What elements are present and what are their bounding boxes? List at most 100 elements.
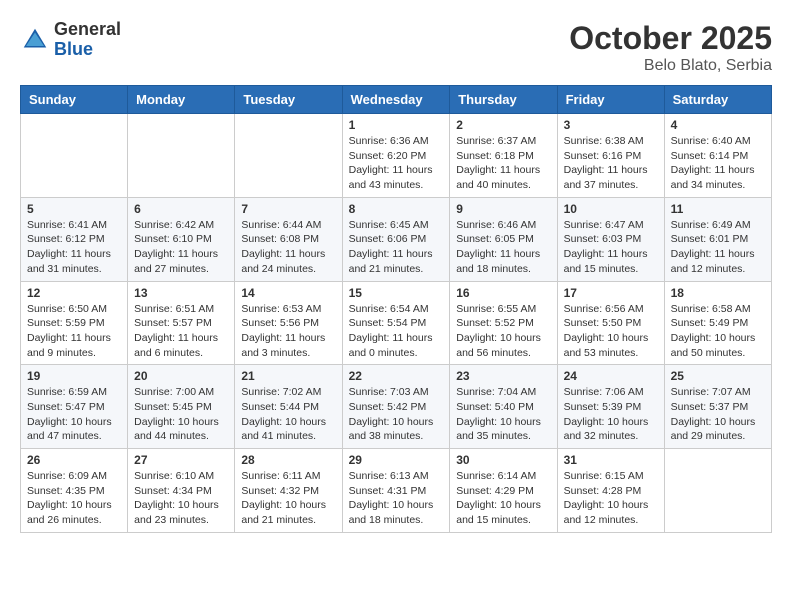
weekday-header: Thursday	[450, 86, 557, 114]
day-info: Sunrise: 6:11 AM Sunset: 4:32 PM Dayligh…	[241, 469, 335, 528]
calendar-week-row: 26Sunrise: 6:09 AM Sunset: 4:35 PM Dayli…	[21, 449, 772, 533]
day-info: Sunrise: 7:02 AM Sunset: 5:44 PM Dayligh…	[241, 385, 335, 444]
calendar-cell: 29 Sunrise: 6:13 AM Sunset: 4:31 PM Dayli…	[342, 449, 450, 533]
calendar-cell	[128, 114, 235, 198]
day-number: 25	[671, 369, 765, 383]
day-number: 13	[134, 286, 228, 300]
calendar-cell: 21 Sunrise: 7:02 AM Sunset: 5:44 PM Dayli…	[235, 365, 342, 449]
day-info: Sunrise: 6:54 AM Sunset: 5:54 PM Dayligh…	[349, 302, 444, 361]
day-number: 7	[241, 202, 335, 216]
calendar-week-row: 5Sunrise: 6:41 AM Sunset: 6:12 PM Daylig…	[21, 197, 772, 281]
day-number: 10	[564, 202, 658, 216]
day-number: 26	[27, 453, 121, 467]
calendar-week-row: 1Sunrise: 6:36 AM Sunset: 6:20 PM Daylig…	[21, 114, 772, 198]
calendar-cell: 24 Sunrise: 7:06 AM Sunset: 5:39 PM Dayli…	[557, 365, 664, 449]
day-info: Sunrise: 7:04 AM Sunset: 5:40 PM Dayligh…	[456, 385, 550, 444]
weekday-header: Saturday	[664, 86, 771, 114]
day-number: 11	[671, 202, 765, 216]
day-info: Sunrise: 6:40 AM Sunset: 6:14 PM Dayligh…	[671, 134, 765, 193]
page-header: General Blue October 2025 Belo Blato, Se…	[20, 20, 772, 75]
calendar-cell: 2 Sunrise: 6:37 AM Sunset: 6:18 PM Daylig…	[450, 114, 557, 198]
day-number: 16	[456, 286, 550, 300]
day-number: 18	[671, 286, 765, 300]
calendar-cell: 30 Sunrise: 6:14 AM Sunset: 4:29 PM Dayli…	[450, 449, 557, 533]
day-number: 3	[564, 118, 658, 132]
calendar-week-row: 12 Sunrise: 6:50 AM Sunset: 5:59 PM Dayli…	[21, 281, 772, 365]
day-number: 20	[134, 369, 228, 383]
day-number: 29	[349, 453, 444, 467]
calendar-header: SundayMondayTuesdayWednesdayThursdayFrid…	[21, 86, 772, 114]
calendar-cell: 17 Sunrise: 6:56 AM Sunset: 5:50 PM Dayli…	[557, 281, 664, 365]
calendar-cell	[235, 114, 342, 198]
day-info: Sunrise: 6:41 AM Sunset: 6:12 PM Dayligh…	[27, 218, 121, 277]
day-info: Sunrise: 6:42 AM Sunset: 6:10 PM Dayligh…	[134, 218, 228, 277]
day-info: Sunrise: 6:37 AM Sunset: 6:18 PM Dayligh…	[456, 134, 550, 193]
day-number: 8	[349, 202, 444, 216]
calendar-cell: 23 Sunrise: 7:04 AM Sunset: 5:40 PM Dayli…	[450, 365, 557, 449]
calendar-cell: 15 Sunrise: 6:54 AM Sunset: 5:54 PM Dayli…	[342, 281, 450, 365]
day-info: Sunrise: 7:06 AM Sunset: 5:39 PM Dayligh…	[564, 385, 658, 444]
calendar-cell: 31 Sunrise: 6:15 AM Sunset: 4:28 PM Dayli…	[557, 449, 664, 533]
calendar-cell: 10 Sunrise: 6:47 AM Sunset: 6:03 PM Dayli…	[557, 197, 664, 281]
day-number: 2	[456, 118, 550, 132]
weekday-header: Sunday	[21, 86, 128, 114]
calendar-cell: 11 Sunrise: 6:49 AM Sunset: 6:01 PM Dayli…	[664, 197, 771, 281]
day-info: Sunrise: 6:45 AM Sunset: 6:06 PM Dayligh…	[349, 218, 444, 277]
day-info: Sunrise: 7:07 AM Sunset: 5:37 PM Dayligh…	[671, 385, 765, 444]
day-info: Sunrise: 6:44 AM Sunset: 6:08 PM Dayligh…	[241, 218, 335, 277]
calendar-cell	[21, 114, 128, 198]
day-info: Sunrise: 6:14 AM Sunset: 4:29 PM Dayligh…	[456, 469, 550, 528]
day-info: Sunrise: 6:59 AM Sunset: 5:47 PM Dayligh…	[27, 385, 121, 444]
calendar-cell: 4 Sunrise: 6:40 AM Sunset: 6:14 PM Daylig…	[664, 114, 771, 198]
weekday-row: SundayMondayTuesdayWednesdayThursdayFrid…	[21, 86, 772, 114]
day-number: 31	[564, 453, 658, 467]
location: Belo Blato, Serbia	[569, 57, 772, 75]
calendar-cell: 25 Sunrise: 7:07 AM Sunset: 5:37 PM Dayli…	[664, 365, 771, 449]
day-number: 9	[456, 202, 550, 216]
day-number: 30	[456, 453, 550, 467]
day-info: Sunrise: 6:56 AM Sunset: 5:50 PM Dayligh…	[564, 302, 658, 361]
calendar-cell: 27Sunrise: 6:10 AM Sunset: 4:34 PM Dayli…	[128, 449, 235, 533]
calendar-cell: 13Sunrise: 6:51 AM Sunset: 5:57 PM Dayli…	[128, 281, 235, 365]
logo-general-text: General	[54, 20, 121, 40]
day-number: 17	[564, 286, 658, 300]
day-info: Sunrise: 6:46 AM Sunset: 6:05 PM Dayligh…	[456, 218, 550, 277]
day-info: Sunrise: 6:47 AM Sunset: 6:03 PM Dayligh…	[564, 218, 658, 277]
day-number: 14	[241, 286, 335, 300]
weekday-header: Friday	[557, 86, 664, 114]
logo: General Blue	[20, 20, 121, 60]
day-info: Sunrise: 6:49 AM Sunset: 6:01 PM Dayligh…	[671, 218, 765, 277]
weekday-header: Tuesday	[235, 86, 342, 114]
calendar-cell: 16 Sunrise: 6:55 AM Sunset: 5:52 PM Dayli…	[450, 281, 557, 365]
calendar-cell: 20Sunrise: 7:00 AM Sunset: 5:45 PM Dayli…	[128, 365, 235, 449]
calendar-table: SundayMondayTuesdayWednesdayThursdayFrid…	[20, 85, 772, 533]
day-info: Sunrise: 6:15 AM Sunset: 4:28 PM Dayligh…	[564, 469, 658, 528]
day-number: 23	[456, 369, 550, 383]
day-info: Sunrise: 6:13 AM Sunset: 4:31 PM Dayligh…	[349, 469, 444, 528]
month-title: October 2025	[569, 20, 772, 57]
calendar-cell: 1Sunrise: 6:36 AM Sunset: 6:20 PM Daylig…	[342, 114, 450, 198]
day-number: 28	[241, 453, 335, 467]
day-info: Sunrise: 6:50 AM Sunset: 5:59 PM Dayligh…	[27, 302, 121, 361]
day-number: 21	[241, 369, 335, 383]
day-number: 12	[27, 286, 121, 300]
day-info: Sunrise: 6:36 AM Sunset: 6:20 PM Dayligh…	[349, 134, 444, 193]
day-info: Sunrise: 6:10 AM Sunset: 4:34 PM Dayligh…	[134, 469, 228, 528]
logo-blue-text: Blue	[54, 40, 121, 60]
day-number: 4	[671, 118, 765, 132]
calendar-cell: 6Sunrise: 6:42 AM Sunset: 6:10 PM Daylig…	[128, 197, 235, 281]
day-info: Sunrise: 6:58 AM Sunset: 5:49 PM Dayligh…	[671, 302, 765, 361]
calendar-cell: 12 Sunrise: 6:50 AM Sunset: 5:59 PM Dayli…	[21, 281, 128, 365]
day-info: Sunrise: 6:38 AM Sunset: 6:16 PM Dayligh…	[564, 134, 658, 193]
calendar-cell: 8 Sunrise: 6:45 AM Sunset: 6:06 PM Daylig…	[342, 197, 450, 281]
calendar-cell: 7 Sunrise: 6:44 AM Sunset: 6:08 PM Daylig…	[235, 197, 342, 281]
calendar-cell: 3 Sunrise: 6:38 AM Sunset: 6:16 PM Daylig…	[557, 114, 664, 198]
day-number: 22	[349, 369, 444, 383]
day-info: Sunrise: 6:55 AM Sunset: 5:52 PM Dayligh…	[456, 302, 550, 361]
day-number: 15	[349, 286, 444, 300]
calendar-body: 1Sunrise: 6:36 AM Sunset: 6:20 PM Daylig…	[21, 114, 772, 533]
calendar-cell: 28 Sunrise: 6:11 AM Sunset: 4:32 PM Dayli…	[235, 449, 342, 533]
title-block: October 2025 Belo Blato, Serbia	[569, 20, 772, 75]
day-number: 24	[564, 369, 658, 383]
calendar-cell	[664, 449, 771, 533]
